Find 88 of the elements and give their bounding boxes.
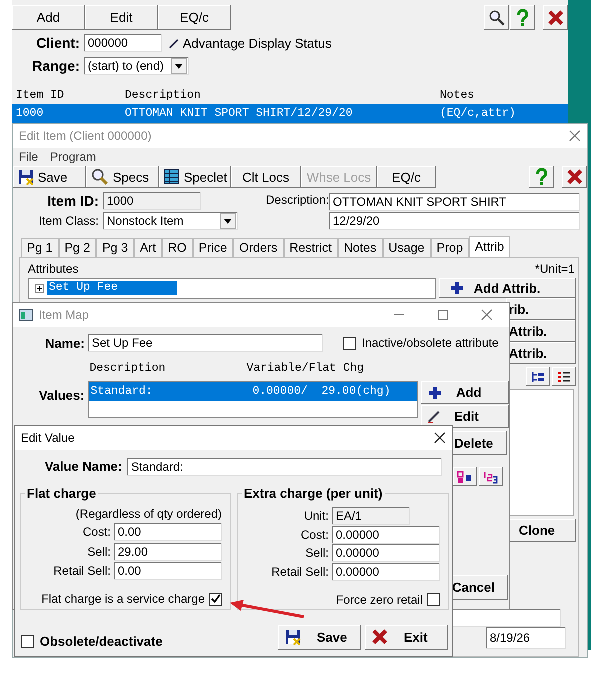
table-cell-text: 1000 (16, 106, 45, 122)
unit-note: *Unit=1 (535, 262, 575, 277)
table-cell-text: OTTOMAN KNIT SPORT SHIRT/12/29/20 (125, 106, 354, 122)
checkbox-label: Force zero retail (336, 592, 423, 607)
toolbar-button[interactable]: Speclet (159, 166, 231, 188)
side-button[interactable]: Add Attrib. (439, 278, 576, 298)
toolbar-button[interactable]: EQ/c (377, 166, 436, 188)
dropdown[interactable]: Nonstock Item (103, 212, 238, 230)
unit-field[interactable]: EA/1 (332, 507, 410, 526)
description-field[interactable]: OTTOMAN KNIT SPORT SHIRT (329, 193, 580, 211)
text-field[interactable]: 0.00000 (332, 526, 440, 544)
column-header: Description (125, 88, 202, 104)
hint-text: (Regardless of qty ordered) (76, 507, 222, 522)
column-header: Description (90, 362, 167, 376)
toolbar-button[interactable]: Specs (86, 166, 159, 188)
side-button[interactable]: Edit (421, 405, 509, 428)
item-id-field[interactable]: 1000 (103, 192, 201, 210)
date-field[interactable]: 8/19/26 (486, 627, 566, 649)
toolbar-button[interactable]: Clt Locs (231, 166, 301, 188)
field-label: Description: (266, 192, 326, 209)
tab[interactable]: RO (162, 238, 193, 257)
list-row[interactable]: Standard: 0.00000/ 29.00(chg) (88, 382, 418, 401)
tab[interactable]: Usage (382, 238, 431, 257)
tab[interactable]: Pg 1 (21, 238, 59, 257)
text-field[interactable]: 29.00 (114, 542, 222, 561)
side-button[interactable]: Add (421, 381, 509, 404)
tree-item[interactable]: Set Up Fee (47, 281, 177, 295)
checkbox-label: Flat charge is a service charge (42, 592, 205, 606)
field-label: Cost: (300, 528, 329, 542)
toolbar-button[interactable]: Edit (85, 5, 158, 30)
field-label: Unit: (304, 509, 329, 524)
table-cell-text: Standard: (90, 384, 154, 400)
text-field[interactable]: 0.00000 (332, 563, 440, 582)
name-field[interactable]: Set Up Fee (88, 334, 323, 352)
tab[interactable]: Orders (233, 238, 284, 257)
menu-item[interactable]: File (19, 148, 38, 166)
status-link[interactable]: Advantage Display Status (183, 36, 332, 50)
side-button[interactable]: Delete (451, 431, 508, 455)
toolbar-button[interactable]: EQ/c (158, 5, 231, 30)
field-label: Item ID: (46, 192, 99, 208)
field-label: Retail Sell: (272, 565, 329, 580)
table-cell-text: 0.00000/ 29.00(chg) (252, 384, 391, 400)
tab[interactable]: Pg 3 (96, 238, 134, 257)
field-label: Name: (44, 336, 85, 350)
tab[interactable]: Notes (338, 238, 383, 257)
list-row[interactable]: 1000 OTTOMAN KNIT SPORT SHIRT/12/29/20 (EQ/c,attr) (12, 104, 568, 123)
field-label: Sell: (88, 544, 111, 559)
column-header: Variable/Flat Chg (246, 362, 364, 376)
field-label: Item Class: (38, 214, 99, 228)
values-list[interactable]: Standard: 0.00000/ 29.00(chg) (88, 381, 418, 418)
field-label: Value Name: (45, 459, 122, 474)
tab[interactable]: Prop (430, 238, 470, 257)
field-label: Range: (32, 58, 80, 74)
column-header: Notes (440, 88, 476, 104)
exit-button[interactable]: Exit (365, 624, 448, 650)
field-label: Retail Sell: (54, 564, 111, 578)
attribute-tree[interactable]: Set Up Fee (28, 278, 436, 299)
text-field[interactable]: 0.00000 (332, 544, 440, 562)
table-cell-text: (EQ/c,attr) (440, 106, 517, 122)
group-title: Flat charge (26, 486, 98, 501)
value-name-field[interactable]: Standard: (127, 458, 442, 476)
dropdown[interactable]: (start) to (end) (84, 57, 189, 75)
toolbar-button[interactable]: Save (13, 166, 86, 188)
tab[interactable]: Art (134, 238, 162, 257)
field-label: Cost: (82, 525, 111, 540)
tab[interactable]: Price (192, 238, 234, 257)
checkbox-label: Inactive/obsolete attribute (362, 336, 499, 350)
toolbar-button[interactable]: Add (12, 5, 85, 30)
field-label: Sell: (306, 546, 329, 560)
menu-item[interactable]: Program (50, 148, 96, 166)
checkbox-label: Obsolete/deactivate (40, 634, 163, 648)
field-label: Values: (38, 388, 85, 403)
group-title: Extra charge (per unit) (243, 486, 384, 501)
text-field[interactable]: 0.00 (114, 562, 222, 580)
tab[interactable]: Restrict (284, 238, 338, 257)
section-label: Attributes (28, 262, 79, 277)
client-field[interactable]: 000000 (84, 34, 162, 52)
window-title: Edit Item (Client 000000) (19, 129, 152, 143)
window-title: Edit Value (21, 431, 75, 445)
text-field[interactable]: 0.00 (114, 523, 222, 542)
window-title: Item Map (39, 308, 90, 322)
description-field[interactable]: 12/29/20 (329, 212, 580, 230)
field-label: Client: (35, 35, 80, 51)
save-button[interactable]: Save (278, 624, 361, 650)
side-button[interactable]: rib. (506, 298, 576, 320)
column-header: Item ID (16, 88, 66, 104)
tab[interactable]: Pg 2 (58, 238, 96, 257)
tab[interactable]: Attrib (469, 236, 510, 257)
